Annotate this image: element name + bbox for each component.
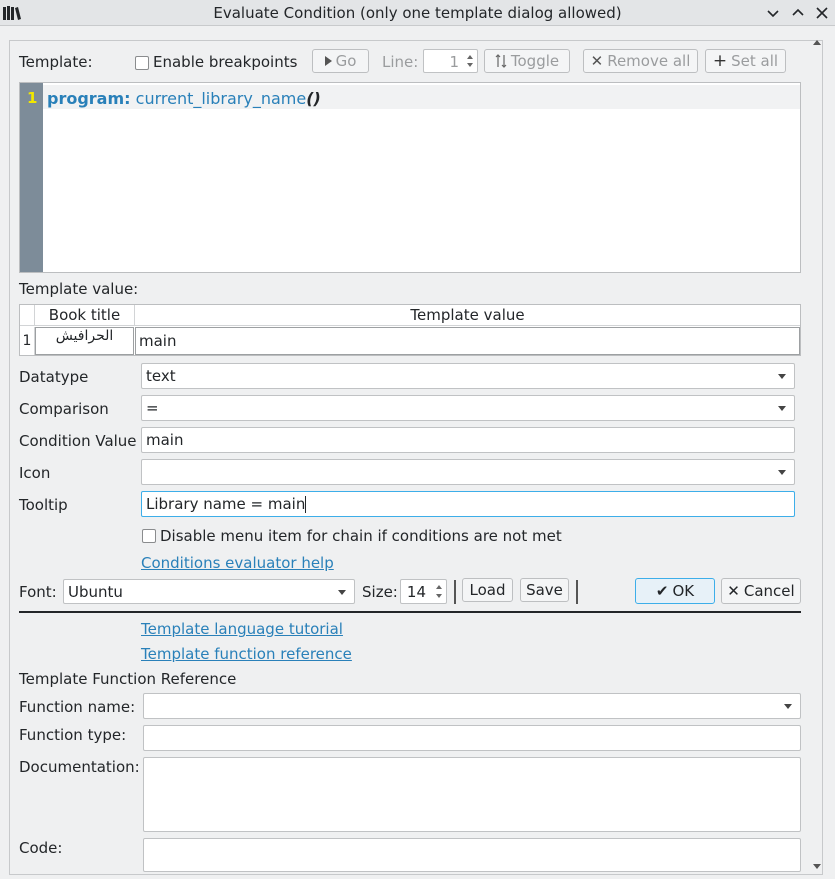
chevron-down-icon (778, 374, 786, 379)
separator (576, 580, 578, 604)
condition-value-input[interactable]: main (141, 427, 795, 453)
size-spinbox[interactable]: 14 (400, 579, 447, 604)
play-icon (324, 56, 332, 66)
spin-up-icon[interactable] (436, 585, 442, 589)
template-value-label: Template value: (19, 280, 139, 298)
code-line: program: current_library_name() (47, 89, 321, 108)
column-header-template-value[interactable]: Template value (135, 305, 800, 326)
datatype-value: text (146, 367, 176, 385)
table-corner (20, 305, 35, 326)
font-label: Font: (19, 583, 57, 601)
chevron-down-icon (778, 470, 786, 475)
template-editor[interactable]: 1 program: current_library_name() (19, 82, 801, 273)
code-keyword: program: (47, 89, 131, 108)
toggle-button[interactable]: Toggle (484, 49, 570, 73)
function-name-label: Function name: (19, 698, 136, 716)
size-label: Size: (362, 583, 398, 601)
plus-icon: + (712, 51, 728, 71)
comparison-value: = (146, 399, 159, 417)
enable-breakpoints-checkbox[interactable] (135, 56, 149, 70)
set-all-button[interactable]: + Set all (705, 49, 786, 73)
save-button[interactable]: Save (520, 578, 569, 602)
set-all-label: Set all (731, 52, 779, 70)
check-icon: ✔ (655, 582, 669, 600)
condition-value-label: Condition Value (19, 432, 137, 450)
conditions-help-link[interactable]: Conditions evaluator help (141, 554, 334, 572)
maximize-icon[interactable] (789, 4, 807, 22)
icon-select[interactable] (141, 459, 795, 485)
x-icon: ✕ (727, 582, 740, 600)
disable-menu-label: Disable menu item for chain if condition… (160, 527, 562, 545)
title-bar: Evaluate Condition (only one template di… (0, 0, 835, 26)
line-value: 1 (449, 53, 459, 71)
scroll-down-icon[interactable] (813, 864, 821, 869)
close-icon[interactable] (813, 4, 831, 22)
spin-down-icon[interactable] (467, 63, 473, 67)
divider (19, 611, 801, 613)
toggle-label: Toggle (510, 52, 560, 70)
line-label: Line: (382, 53, 419, 71)
comparison-label: Comparison (19, 400, 109, 418)
template-value-cell[interactable]: main (135, 327, 800, 355)
chevron-down-icon (338, 590, 346, 595)
column-header-book-title[interactable]: Book title (35, 305, 135, 326)
line-number: 1 (27, 89, 38, 107)
separator (454, 580, 456, 604)
font-value: Ubuntu (68, 582, 123, 601)
chevron-down-icon (784, 704, 792, 709)
x-icon: ✕ (590, 52, 604, 70)
row-number: 1 (20, 327, 35, 355)
code-parens: () (306, 89, 321, 108)
go-label: Go (335, 52, 357, 70)
remove-all-label: Remove all (607, 52, 691, 70)
go-button[interactable]: Go (312, 49, 369, 73)
load-button[interactable]: Load (462, 578, 513, 602)
code-function: current_library_name (135, 89, 307, 108)
minimize-icon[interactable] (764, 4, 782, 22)
window-title: Evaluate Condition (only one template di… (213, 4, 622, 22)
scroll-up-icon[interactable] (813, 40, 821, 45)
enable-breakpoints-label: Enable breakpoints (153, 53, 298, 71)
line-spinbox[interactable]: 1 (423, 49, 478, 73)
tooltip-input[interactable]: Library name = main (141, 491, 795, 517)
chevron-down-icon (778, 406, 786, 411)
code-field[interactable] (143, 838, 801, 872)
template-label: Template: (19, 53, 93, 71)
function-type-field[interactable] (143, 725, 801, 751)
font-select[interactable]: Ubuntu (63, 579, 355, 604)
dialog-scrollbar[interactable] (811, 40, 823, 869)
cancel-button[interactable]: ✕ Cancel (721, 578, 801, 604)
cancel-label: Cancel (743, 582, 795, 600)
documentation-field[interactable] (143, 757, 801, 832)
datatype-label: Datatype (19, 368, 89, 386)
book-title-cell[interactable]: الحرافيش (35, 327, 134, 355)
documentation-label: Documentation: (19, 758, 140, 776)
template-value-table: Book title Template value 1 الحرافيش mai… (19, 304, 801, 356)
text-cursor (305, 495, 307, 513)
toggle-arrows-icon (495, 54, 507, 68)
disable-menu-checkbox[interactable] (142, 529, 156, 543)
template-function-reference-link[interactable]: Template function reference (141, 645, 352, 663)
ok-button[interactable]: ✔ OK (635, 578, 715, 604)
datatype-select[interactable]: text (141, 363, 795, 389)
tooltip-value: Library name = main (146, 495, 306, 513)
spin-up-icon[interactable] (467, 55, 473, 59)
spin-down-icon[interactable] (436, 594, 442, 598)
remove-all-button[interactable]: ✕ Remove all (583, 49, 698, 73)
ok-label: OK (672, 582, 695, 600)
template-tutorial-link[interactable]: Template language tutorial (141, 620, 343, 638)
function-name-select[interactable] (143, 693, 801, 719)
size-value: 14 (406, 583, 426, 601)
icon-label: Icon (19, 464, 51, 482)
comparison-select[interactable]: = (141, 395, 795, 421)
code-label: Code: (19, 839, 63, 857)
save-label: Save (526, 581, 563, 599)
tooltip-label: Tooltip (19, 496, 68, 514)
function-type-label: Function type: (19, 726, 127, 744)
line-number-gutter (20, 83, 43, 272)
load-label: Load (469, 581, 506, 599)
function-reference-heading: Template Function Reference (19, 670, 237, 688)
